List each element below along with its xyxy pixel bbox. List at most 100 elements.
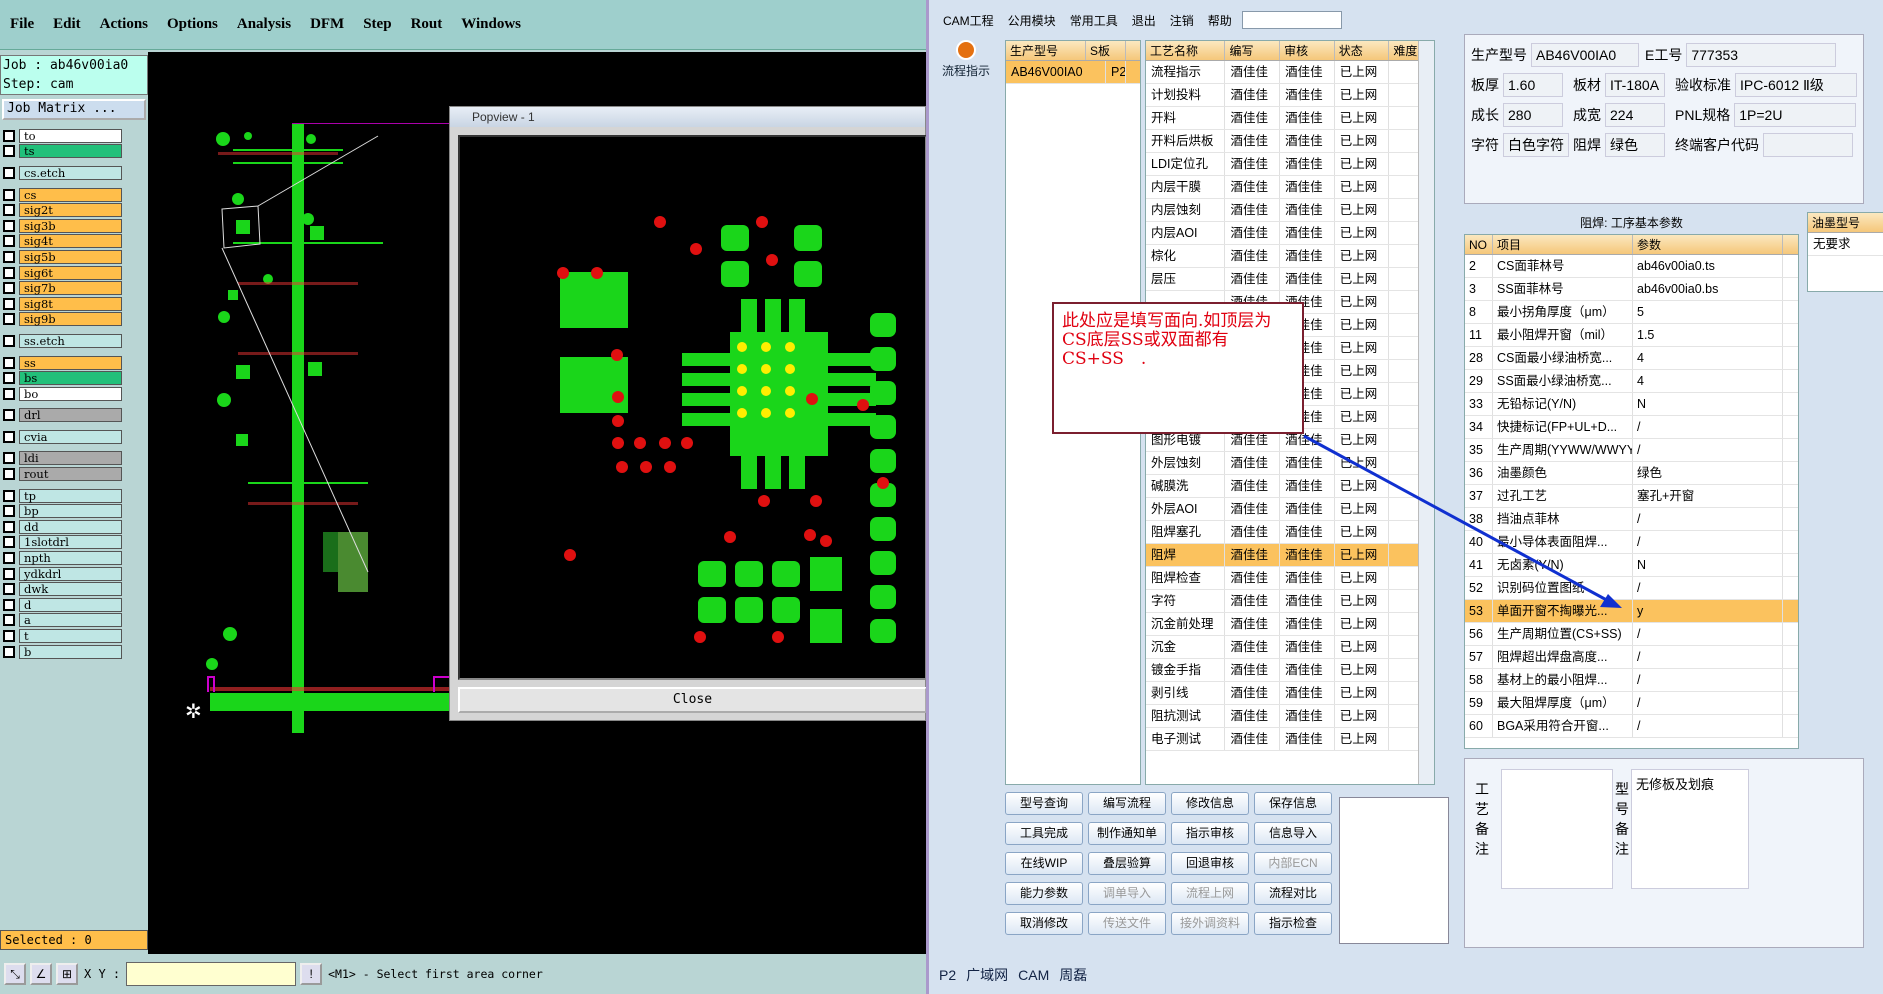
process-row[interactable]: 阻抗测试 酒佳佳 酒佳佳 已上网	[1146, 705, 1434, 728]
layer-row[interactable]: sig9b	[0, 312, 122, 328]
process-row[interactable]: 外层蚀刻 酒佳佳 酒佳佳 已上网	[1146, 452, 1434, 475]
param-row[interactable]: 8 最小拐角厚度（μm） 5	[1465, 301, 1798, 324]
layer-checkbox[interactable]	[3, 520, 15, 533]
layer-name[interactable]: sig5b	[19, 249, 122, 264]
param-row[interactable]: 33 无铅标记(Y/N) N	[1465, 393, 1798, 416]
layer-checkbox[interactable]	[3, 204, 15, 217]
layer-name[interactable]: ydkdrl	[19, 566, 122, 581]
layer-name[interactable]: sig2t	[19, 203, 122, 218]
layer-name[interactable]: sig9b	[19, 312, 122, 327]
layer-row[interactable]: t	[0, 628, 122, 644]
layer-name[interactable]: drl	[19, 408, 122, 423]
param-row[interactable]: 56 生产周期位置(CS+SS) /	[1465, 623, 1798, 646]
layer-checkbox[interactable]	[3, 567, 15, 580]
action-button[interactable]: 指示审核	[1171, 822, 1249, 845]
param-row[interactable]: 34 快捷标记(FP+UL+D... /	[1465, 416, 1798, 439]
layer-checkbox[interactable]	[3, 409, 15, 422]
action-button[interactable]: 回退审核	[1171, 852, 1249, 875]
status-tab[interactable]: 广域网	[966, 965, 1008, 985]
menu-actions[interactable]: Actions	[100, 16, 148, 33]
layer-row[interactable]: bs	[0, 370, 122, 386]
layer-row[interactable]: sig8t	[0, 296, 122, 312]
layer-name[interactable]: sig3b	[19, 218, 122, 233]
layer-row[interactable]: cvia	[0, 429, 122, 445]
layer-checkbox[interactable]	[3, 235, 15, 248]
process-row[interactable]: 电子测试 酒佳佳 酒佳佳 已上网	[1146, 728, 1434, 751]
erp-menu-item[interactable]: 退出	[1132, 12, 1156, 29]
layer-name[interactable]: b	[19, 644, 122, 659]
status-tab[interactable]: 周磊	[1059, 965, 1087, 985]
measure-tool-icon[interactable]: ∠	[30, 963, 52, 985]
layer-checkbox[interactable]	[3, 166, 15, 179]
erp-menu-item[interactable]: CAM工程	[943, 12, 994, 29]
process-row[interactable]: 阻焊检查 酒佳佳 酒佳佳 已上网	[1146, 567, 1434, 590]
layer-checkbox[interactable]	[3, 598, 15, 611]
layer-checkbox[interactable]	[3, 630, 15, 643]
layer-name[interactable]: cs.etch	[19, 165, 122, 180]
layer-row[interactable]: d	[0, 597, 122, 613]
menu-file[interactable]: File	[10, 16, 34, 33]
layer-name[interactable]: ss.etch	[19, 333, 122, 348]
process-row[interactable]: 内层干膜 酒佳佳 酒佳佳 已上网	[1146, 176, 1434, 199]
layer-row[interactable]: ydkdrl	[0, 566, 122, 582]
action-button[interactable]: 制作通知单	[1088, 822, 1166, 845]
menu-analysis[interactable]: Analysis	[237, 16, 291, 33]
param-row[interactable]: 59 最大阻焊厚度（μm） /	[1465, 692, 1798, 715]
zoom-tool-icon[interactable]: ⤡	[4, 963, 26, 985]
layer-name[interactable]: ldi	[19, 451, 122, 466]
action-button[interactable]: 保存信息	[1254, 792, 1332, 815]
action-button[interactable]: 编写流程	[1088, 792, 1166, 815]
layer-row[interactable]: npth	[0, 550, 122, 566]
layer-row[interactable]: sig7b	[0, 280, 122, 296]
menu-edit[interactable]: Edit	[53, 16, 81, 33]
menu-dfm[interactable]: DFM	[310, 16, 344, 33]
layer-checkbox[interactable]	[3, 452, 15, 465]
process-row[interactable]: 外层AOI 酒佳佳 酒佳佳 已上网	[1146, 498, 1434, 521]
layer-row[interactable]: a	[0, 613, 122, 629]
layer-checkbox[interactable]	[3, 334, 15, 347]
process-row[interactable]: 字符 酒佳佳 酒佳佳 已上网	[1146, 590, 1434, 613]
col-reviewer[interactable]: 审核	[1280, 41, 1335, 60]
layer-name[interactable]: sig8t	[19, 296, 122, 311]
action-button[interactable]: 能力参数	[1005, 882, 1083, 905]
action-button[interactable]: 在线WIP	[1005, 852, 1083, 875]
erp-menu-item[interactable]: 帮助	[1208, 12, 1232, 29]
col-s-board[interactable]: S板	[1086, 41, 1126, 60]
layer-name[interactable]: ts	[19, 144, 122, 159]
action-button[interactable]: 传送文件	[1088, 912, 1166, 935]
process-row[interactable]: 碱膜洗 酒佳佳 酒佳佳 已上网	[1146, 475, 1434, 498]
process-scrollbar[interactable]	[1418, 41, 1434, 784]
layer-checkbox[interactable]	[3, 583, 15, 596]
action-button[interactable]: 修改信息	[1171, 792, 1249, 815]
col-state[interactable]: 状态	[1335, 41, 1390, 60]
layer-checkbox[interactable]	[3, 356, 15, 369]
popview-canvas[interactable]	[458, 135, 927, 680]
layer-name[interactable]: cvia	[19, 429, 122, 444]
erp-menu-item[interactable]: 注销	[1170, 12, 1194, 29]
menu-windows[interactable]: Windows	[461, 16, 521, 33]
layer-name[interactable]: to	[19, 128, 122, 143]
param-row[interactable]: 41 无卤素(Y/N) N	[1465, 554, 1798, 577]
layer-row[interactable]: ss	[0, 355, 122, 371]
layer-name[interactable]: bs	[19, 371, 122, 386]
param-row[interactable]: 40 最小导体表面阻焊... /	[1465, 531, 1798, 554]
col-no[interactable]: NO	[1465, 235, 1493, 254]
action-button[interactable]: 指示检查	[1254, 912, 1332, 935]
action-button[interactable]: 流程对比	[1254, 882, 1332, 905]
close-button[interactable]: Close	[458, 687, 927, 713]
menu-options[interactable]: Options	[167, 16, 218, 33]
layer-row[interactable]: rout	[0, 466, 122, 482]
layer-name[interactable]: sig4t	[19, 234, 122, 249]
param-row[interactable]: 28 CS面最小绿油桥宽... 4	[1465, 347, 1798, 370]
layer-name[interactable]: cs	[19, 187, 122, 202]
action-button[interactable]: 接外调资料	[1171, 912, 1249, 935]
layer-row[interactable]: dwk	[0, 581, 122, 597]
col-param[interactable]: 参数	[1633, 235, 1783, 254]
layer-checkbox[interactable]	[3, 468, 15, 481]
layer-checkbox[interactable]	[3, 536, 15, 549]
layer-row[interactable]: sig5b	[0, 249, 122, 265]
erp-menu-item[interactable]: 公用模块	[1008, 12, 1056, 29]
param-row[interactable]: 57 阻焊超出焊盘高度... /	[1465, 646, 1798, 669]
layer-name[interactable]: bo	[19, 386, 122, 401]
layer-row[interactable]: sig4t	[0, 234, 122, 250]
